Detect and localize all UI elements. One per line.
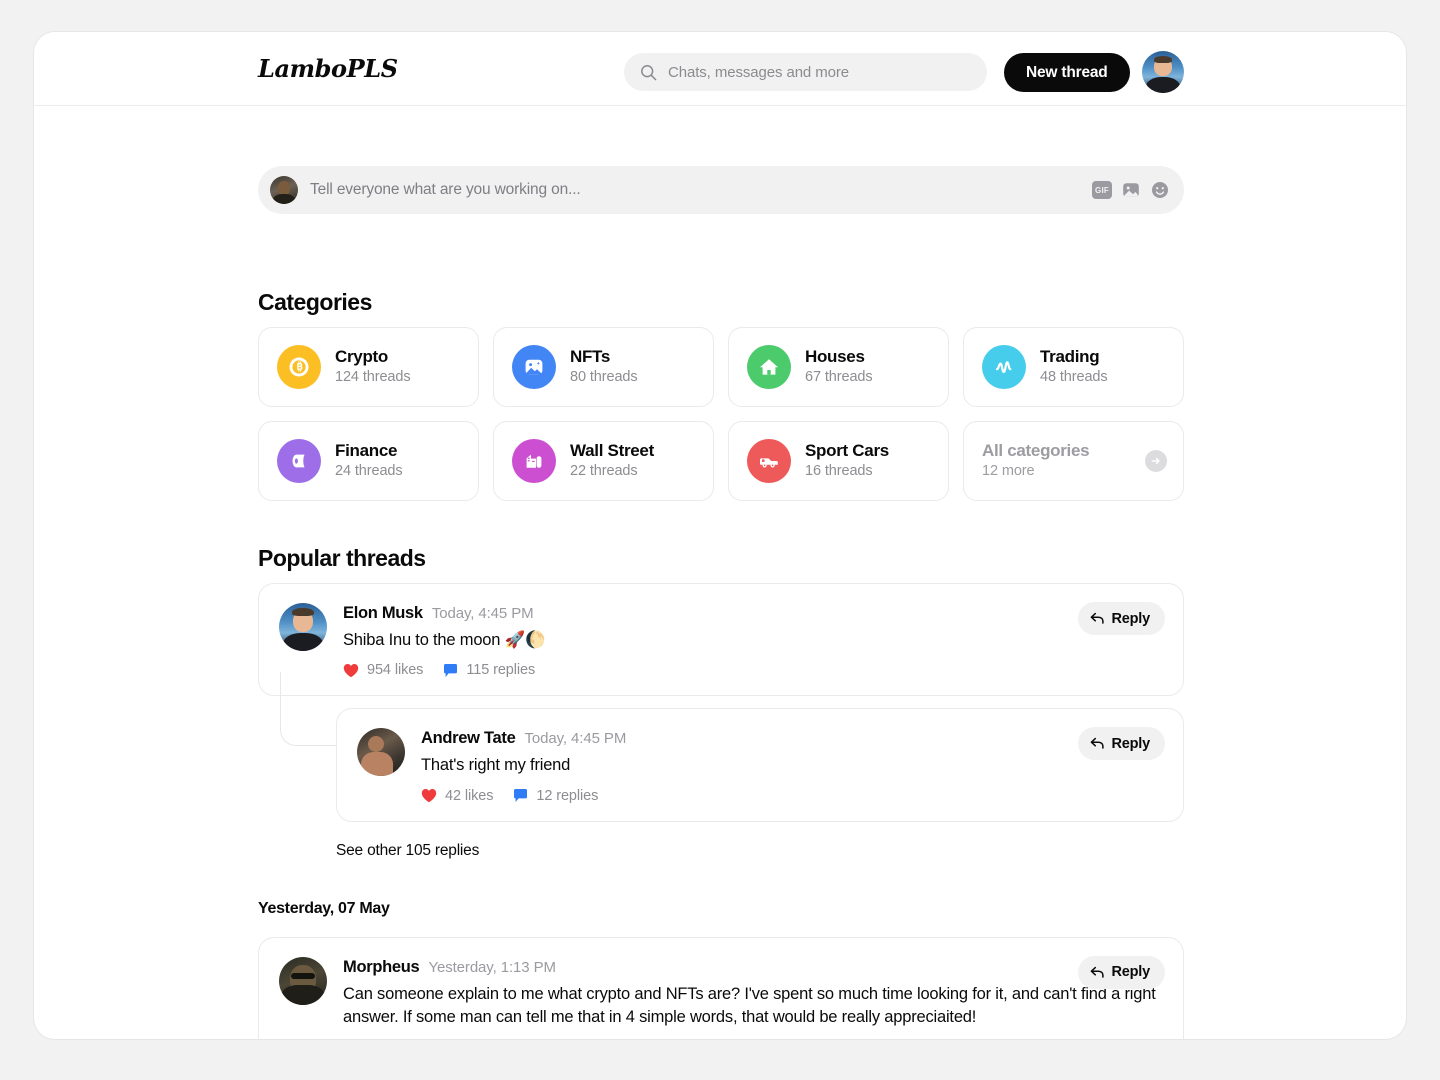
category-card-wall-street[interactable]: Wall Street 22 threads: [493, 421, 714, 501]
categories-title: Categories: [258, 289, 372, 315]
post-text: Shiba Inu to the moon 🚀🌔: [343, 631, 546, 649]
likes-count: 954 likes: [367, 662, 424, 679]
nested-reply-wrapper: Andrew Tate Today, 4:45 PM That's right …: [258, 672, 1184, 822]
thread-connector: [280, 672, 336, 747]
app-window: LamboPLS Chats, messages and more New th…: [33, 31, 1407, 1040]
reply-arrow-icon: [1090, 612, 1104, 624]
bitcoin-icon: [277, 345, 321, 389]
category-name: Trading: [1040, 347, 1100, 367]
composer-placeholder: Tell everyone what are you working on...: [310, 181, 581, 198]
composer-avatar: [270, 176, 298, 204]
thread-post[interactable]: Morpheus Yesterday, 1:13 PM Can someone …: [258, 936, 1184, 1039]
elon-avatar: [279, 603, 327, 651]
reply-button[interactable]: Reply: [1077, 955, 1165, 989]
morpheus-avatar: [279, 956, 327, 1005]
post-author: Andrew Tate: [421, 729, 516, 748]
all-categories-label: All categories: [982, 441, 1090, 461]
activity-icon: [982, 345, 1026, 389]
reply-label: Reply: [1111, 610, 1151, 627]
post-author: Morpheus: [343, 957, 420, 976]
search-icon: [640, 64, 657, 81]
reply-arrow-icon: [1090, 738, 1104, 750]
gif-icon[interactable]: GIF: [1092, 181, 1112, 199]
replies-stat[interactable]: 12 replies: [513, 788, 598, 804]
replies-count: 12 replies: [536, 787, 599, 804]
category-card-sport-cars[interactable]: Sport Cars 16 threads: [728, 421, 949, 501]
threads-list: Elon Musk Today, 4:45 PM Shiba Inu to th…: [258, 583, 1184, 1039]
bank-icon: [512, 439, 556, 483]
category-count: 67 threads: [805, 369, 873, 386]
money-roll-icon: [277, 439, 321, 483]
category-card-houses[interactable]: Houses 67 threads: [728, 327, 949, 407]
post-stats: 954 likes 115 replies: [343, 662, 1163, 678]
composer-bar[interactable]: Tell everyone what are you working on...…: [258, 166, 1184, 214]
category-name: Finance: [335, 441, 398, 461]
user-avatar[interactable]: [1142, 51, 1184, 93]
search-placeholder: Chats, messages and more: [668, 63, 850, 81]
image-icon[interactable]: [1121, 180, 1141, 200]
heart-icon: [421, 789, 437, 803]
category-name: Sport Cars: [805, 441, 889, 461]
house-icon: [747, 345, 791, 389]
category-name: NFTs: [570, 347, 611, 367]
new-thread-button[interactable]: New thread: [1004, 53, 1130, 92]
reply-label: Reply: [1111, 735, 1151, 752]
category-name: Houses: [805, 347, 865, 367]
post-timestamp: Yesterday, 1:13 PM: [428, 958, 556, 976]
post-timestamp: Today, 4:45 PM: [524, 730, 627, 748]
category-count: 48 threads: [1040, 369, 1108, 386]
car-icon: [747, 439, 791, 483]
likes-stat[interactable]: 42 likes: [421, 788, 493, 804]
category-name: Wall Street: [570, 441, 654, 461]
category-card-finance[interactable]: Finance 24 threads: [258, 421, 479, 501]
likes-count: 42 likes: [445, 787, 494, 804]
arrow-right-icon[interactable]: [1145, 450, 1167, 472]
emoji-icon[interactable]: [1150, 180, 1170, 200]
comment-icon: [444, 663, 458, 677]
image-icon: [512, 345, 556, 389]
see-other-replies-link[interactable]: See other 105 replies: [258, 842, 1184, 860]
category-count: 80 threads: [570, 369, 638, 386]
tate-avatar: [357, 728, 405, 777]
category-count: 16 threads: [805, 463, 873, 480]
thread-post[interactable]: Elon Musk Today, 4:45 PM Shiba Inu to th…: [258, 583, 1184, 697]
likes-stat[interactable]: 954 likes: [343, 662, 423, 678]
all-categories-count: 12 more: [982, 463, 1035, 480]
post-timestamp: Today, 4:45 PM: [431, 605, 534, 622]
post-text: That's right my friend: [421, 756, 571, 775]
thread-reply-post[interactable]: Andrew Tate Today, 4:45 PM That's right …: [336, 708, 1184, 822]
category-count: 22 threads: [570, 463, 638, 480]
categories-grid: Crypto 124 threads NFTs 80 threads House…: [258, 327, 1184, 501]
reply-label: Reply: [1111, 964, 1151, 981]
composer-actions: GIF: [1092, 180, 1170, 200]
app-header: LamboPLS Chats, messages and more New th…: [34, 32, 1406, 106]
date-separator: Yesterday, 07 May: [258, 899, 390, 917]
category-card-trading[interactable]: Trading 48 threads: [963, 327, 1184, 407]
reply-arrow-icon: [1090, 966, 1104, 978]
category-card-crypto[interactable]: Crypto 124 threads: [258, 327, 479, 407]
post-stats: 42 likes 12 replies: [421, 788, 1163, 804]
heart-icon: [343, 663, 359, 678]
reply-button[interactable]: Reply: [1077, 727, 1165, 761]
category-card-all-categories[interactable]: All categories 12 more: [963, 421, 1184, 501]
popular-threads-title: Popular threads: [258, 545, 426, 571]
app-logo: LamboPLS: [258, 54, 398, 83]
search-input[interactable]: Chats, messages and more: [624, 53, 987, 91]
post-text: Can someone explain to me what crypto an…: [343, 984, 1156, 1027]
post-author: Elon Musk: [343, 604, 423, 622]
category-card-nfts[interactable]: NFTs 80 threads: [493, 327, 714, 407]
replies-stat[interactable]: 115 replies: [443, 662, 535, 678]
replies-count: 115 replies: [466, 662, 536, 679]
category-count: 124 threads: [335, 369, 411, 386]
comment-icon: [514, 789, 528, 803]
category-count: 24 threads: [335, 463, 403, 480]
reply-button[interactable]: Reply: [1077, 602, 1165, 635]
category-name: Crypto: [335, 347, 388, 367]
